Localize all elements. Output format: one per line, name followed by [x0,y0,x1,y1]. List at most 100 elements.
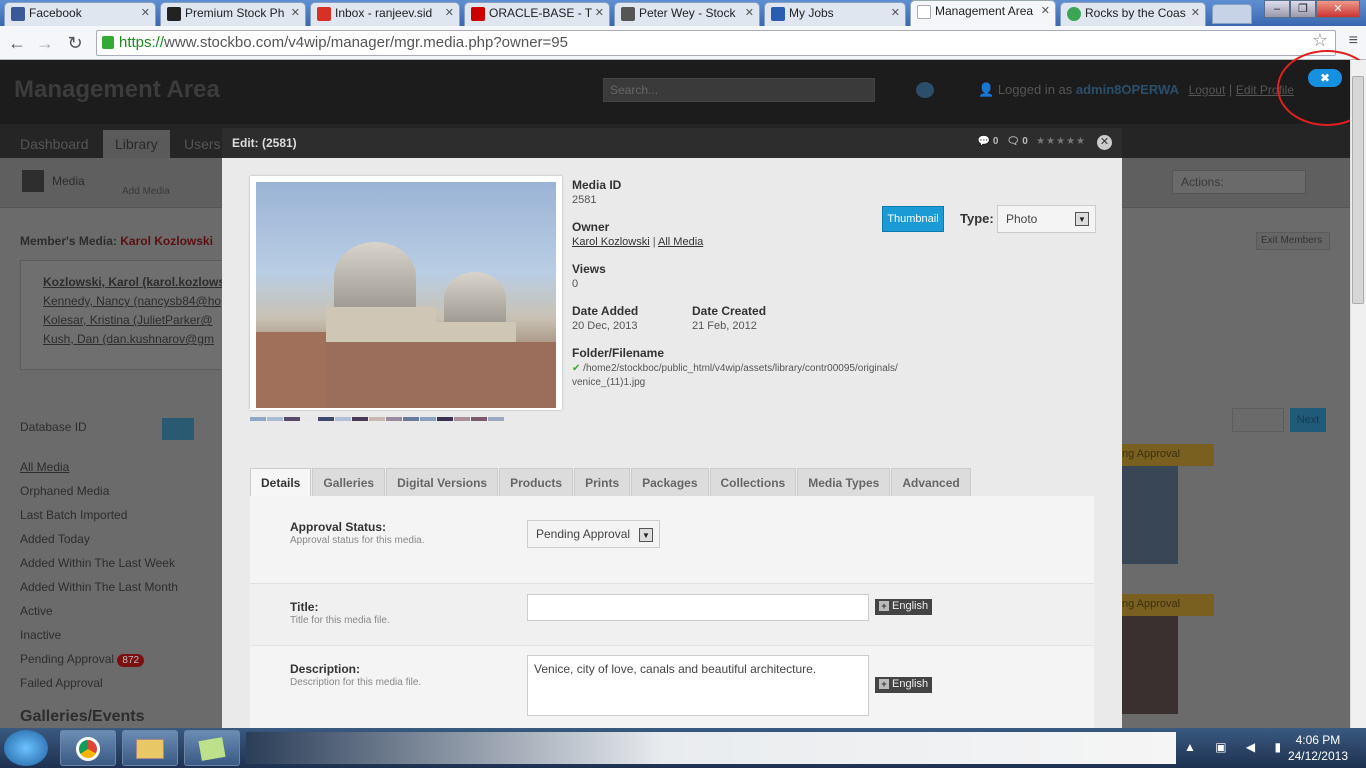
browser-tab-peterwey[interactable]: Peter Wey - Stock ✕ [614,2,760,26]
windows-start-icon[interactable] [4,730,48,766]
browser-menu-icon[interactable]: ≡ [1349,32,1358,50]
tab-details[interactable]: Details [250,468,312,496]
prev-button[interactable] [1232,408,1284,432]
tab-products[interactable]: Products [499,468,574,496]
close-icon[interactable]: ✕ [1191,6,1200,19]
title-input[interactable] [527,594,869,621]
member-item[interactable]: Kennedy, Nancy (nancysb84@ho [43,292,221,311]
chrome-taskbar-icon[interactable] [60,730,116,766]
add-media-button[interactable]: Add Media [122,186,170,197]
taskbar-clock[interactable]: 4:06 PM 24/12/2013 [1288,732,1348,764]
description-label: Description: [290,662,361,676]
description-row: Description: Description for this media … [250,646,1094,728]
modal-body: Media ID 2581 Owner Karol Kozlowski | Al… [222,158,1122,728]
close-icon[interactable]: ✕ [1041,4,1050,17]
type-select[interactable]: Photo ▼ [997,205,1096,233]
tab-advanced[interactable]: Advanced [891,468,971,496]
close-icon[interactable]: ✕ [445,6,454,19]
media-thumbnail[interactable] [1122,466,1178,564]
browser-tab-myjobs[interactable]: My Jobs ✕ [764,2,906,26]
owner-block: Owner Karol Kozlowski | All Media [572,220,704,248]
bookmark-star-icon[interactable]: ☆ [1312,30,1328,51]
media-thumbnail[interactable] [1122,616,1178,714]
member-item[interactable]: Kolesar, Kristina (JulietParker@ [43,311,213,330]
close-icon[interactable]: ✕ [891,6,900,19]
stock-site-icon [167,7,181,21]
browser-tab-management[interactable]: Management Area ✕ [910,0,1056,26]
window-close-icon[interactable]: ✕ [1316,0,1360,18]
owner-link[interactable]: Karol Kozlowski [572,236,650,248]
tab-galleries[interactable]: Galleries [312,468,386,496]
filter-last-batch[interactable]: Last Batch Imported [20,508,220,532]
search-input[interactable]: Search... [603,78,875,102]
all-media-link[interactable]: All Media [658,236,703,248]
username-link[interactable]: admin8OPERWA [1076,82,1179,97]
venice-photo [256,182,556,408]
description-language-button[interactable]: + English [875,677,933,693]
member-item[interactable]: Kush, Dan (dan.kushnarov@gm [43,330,214,349]
browser-tab-facebook[interactable]: Facebook ✕ [4,2,156,26]
media-preview[interactable] [250,176,562,410]
folder-path: /home2/stockboc/public_html/v4wip/assets… [583,363,898,374]
logout-link[interactable]: Logout [1189,83,1226,97]
color-swatch [437,417,453,421]
color-swatch [267,417,283,421]
thumbnail-button[interactable]: Thumbnail [882,206,944,232]
filter-week[interactable]: Added Within The Last Week [20,556,220,580]
browser-tab-oracle[interactable]: ORACLE-BASE - T ✕ [464,2,610,26]
filter-pending[interactable]: Pending Approval 872 [20,652,220,676]
minimize-icon[interactable]: – [1264,0,1290,18]
next-button[interactable]: Next [1290,408,1326,432]
nav-dashboard[interactable]: Dashboard [8,130,101,158]
system-tray-icons[interactable]: ▲ ▣ ◀ ▮ [1184,740,1289,754]
nav-library[interactable]: Library [103,130,170,158]
back-arrow-icon[interactable]: ← [6,32,28,54]
url-input[interactable]: https://www.stockbo.com/v4wip/manager/mg… [96,30,1336,56]
sort-select[interactable]: Database ID [20,420,154,440]
close-icon[interactable]: ✕ [291,6,300,19]
scrollbar-thumb[interactable] [1352,76,1364,304]
browser-tab-stockphoto[interactable]: Premium Stock Ph ✕ [160,2,306,26]
tab-media-types[interactable]: Media Types [797,468,891,496]
description-help: Description for this media file. [290,677,422,688]
close-icon[interactable]: ✕ [595,6,604,19]
filter-failed[interactable]: Failed Approval [20,676,220,700]
filter-month[interactable]: Added Within The Last Month [20,580,220,604]
pending-badge: ng Approval [1122,444,1214,466]
modal-close-icon[interactable]: ✕ [1097,135,1112,150]
title-language-button[interactable]: + English [875,599,933,615]
modal-header: Edit: (2581) 💬 0 🗨 0 ★★★★★ ✕ [222,128,1122,158]
filter-all-media[interactable]: All Media [20,460,220,484]
filter-orphaned[interactable]: Orphaned Media [20,484,220,508]
modal-title: Edit: (2581) [232,136,297,150]
page-icon [917,5,931,19]
sort-toggle-button[interactable] [162,418,194,440]
tab-prints[interactable]: Prints [574,468,631,496]
new-tab-button[interactable] [1212,4,1252,24]
actions-select[interactable]: Actions: [1172,170,1306,194]
chat-bubble-icon[interactable] [916,82,934,98]
exit-members-button[interactable]: Exit Members [1256,232,1330,250]
approval-row: Approval Status: Approval status for thi… [250,496,1094,584]
close-icon[interactable]: ✕ [745,6,754,19]
filter-today[interactable]: Added Today [20,532,220,556]
close-icon[interactable]: ✕ [141,6,150,19]
reload-icon[interactable]: ↻ [64,32,86,54]
tab-collections[interactable]: Collections [709,468,797,496]
browser-tab-rocks[interactable]: Rocks by the Coas ✕ [1060,2,1206,26]
tab-digital-versions[interactable]: Digital Versions [386,468,499,496]
filter-active[interactable]: Active [20,604,220,628]
forward-arrow-icon[interactable]: → [34,32,56,54]
color-swatch [386,417,402,421]
maximize-icon[interactable]: ❐ [1290,0,1316,18]
description-textarea[interactable]: Venice, city of love, canals and beautif… [527,655,869,716]
filter-inactive[interactable]: Inactive [20,628,220,652]
explorer-taskbar-icon[interactable] [122,730,178,766]
color-swatch [420,417,436,421]
approval-select[interactable]: Pending Approval ▼ [527,520,660,548]
member-item[interactable]: Kozlowski, Karol (karol.kozlows [43,273,225,292]
tab-packages[interactable]: Packages [631,468,709,496]
notes-taskbar-icon[interactable] [184,730,240,766]
browser-tab-gmail[interactable]: Inbox - ranjeev.sid ✕ [310,2,460,26]
color-swatch [352,417,368,421]
